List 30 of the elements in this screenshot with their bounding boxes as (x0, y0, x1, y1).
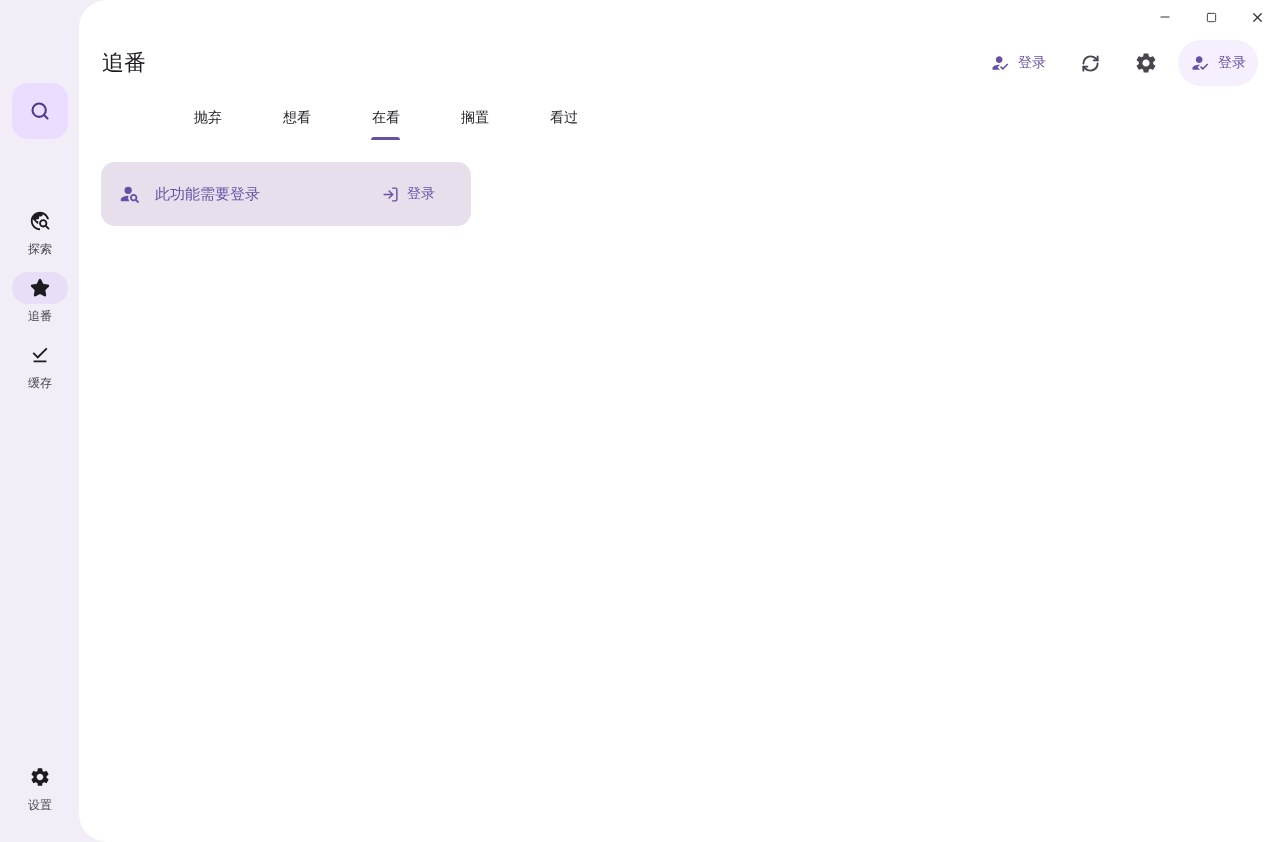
star-icon (29, 278, 50, 298)
login-button[interactable]: 登录 (1178, 40, 1258, 86)
nav-item[interactable]: 追番 (11, 272, 68, 325)
nav-label: 设置 (27, 797, 52, 814)
nav-label: 追番 (27, 308, 52, 325)
tab[interactable]: 在看 (341, 96, 430, 140)
nav-item[interactable]: 探索 (11, 205, 68, 258)
refresh-icon (1080, 53, 1100, 73)
notice-message: 此功能需要登录 (155, 184, 261, 204)
settings-nav-item[interactable]: 设置 (11, 761, 68, 814)
login-button[interactable]: 登录 (374, 179, 453, 209)
login-button[interactable]: 登录 (978, 40, 1058, 86)
search-icon (29, 101, 50, 121)
tab-indicator (371, 137, 400, 140)
nav-item[interactable]: 缓存 (11, 339, 68, 392)
tab[interactable]: 看过 (519, 96, 608, 140)
settings-icon (28, 766, 51, 788)
page-title: 追番 (102, 49, 147, 77)
globe-search-icon (28, 210, 51, 232)
person-check-icon (1190, 53, 1210, 73)
tab[interactable]: 想看 (252, 96, 341, 140)
tab[interactable]: 搁置 (430, 96, 519, 140)
nav-label: 缓存 (27, 375, 52, 392)
tab[interactable]: 抛弃 (163, 96, 252, 140)
nav-label: 探索 (27, 241, 52, 258)
maximize-icon (1205, 11, 1217, 23)
person-check-icon (990, 53, 1010, 73)
search-button[interactable] (11, 83, 68, 139)
settings-icon (1134, 51, 1158, 75)
login-icon (382, 185, 399, 203)
